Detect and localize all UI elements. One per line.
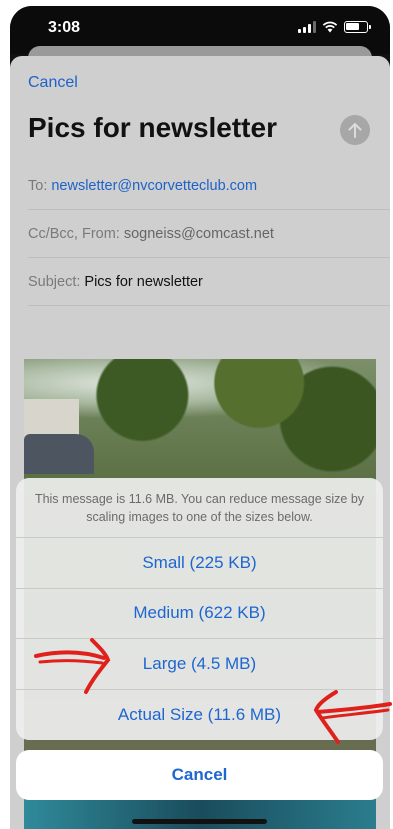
- option-actual-size-button[interactable]: Actual Size (11.6 MB): [16, 690, 383, 741]
- from-address: sogneiss@comcast.net: [123, 225, 274, 242]
- status-icons: [298, 21, 371, 33]
- subject-label: Subject:: [28, 273, 81, 290]
- send-button[interactable]: [340, 115, 370, 145]
- compose-cancel-button[interactable]: Cancel: [28, 74, 78, 92]
- signal-icon: [298, 21, 316, 33]
- option-medium-button[interactable]: Medium (622 KB): [16, 589, 383, 639]
- compose-title: Pics for newsletter: [28, 112, 277, 143]
- action-sheet-message: This message is 11.6 MB. You can reduce …: [16, 478, 383, 538]
- option-small-button[interactable]: Small (225 KB): [16, 538, 383, 589]
- wifi-icon: [322, 21, 338, 33]
- home-indicator: [132, 819, 267, 824]
- action-sheet-cancel-button[interactable]: Cancel: [16, 750, 383, 800]
- to-recipient[interactable]: newsletter@nvcorvetteclub.com: [51, 178, 257, 194]
- subject-field[interactable]: Subject: Pics for newsletter: [28, 258, 390, 306]
- arrow-up-icon: [348, 123, 362, 138]
- cc-bcc-from-label: Cc/Bcc, From:: [28, 225, 120, 242]
- image-size-action-sheet: This message is 11.6 MB. You can reduce …: [16, 478, 383, 740]
- to-label: To:: [28, 177, 48, 194]
- cc-bcc-from-field[interactable]: Cc/Bcc, From: sogneiss@comcast.net: [28, 210, 390, 258]
- battery-icon: [344, 21, 371, 33]
- option-large-button[interactable]: Large (4.5 MB): [16, 639, 383, 690]
- to-field[interactable]: To: newsletter@nvcorvetteclub.com: [28, 162, 390, 210]
- subject-value[interactable]: Pics for newsletter: [84, 274, 202, 290]
- status-time: 3:08: [48, 19, 81, 36]
